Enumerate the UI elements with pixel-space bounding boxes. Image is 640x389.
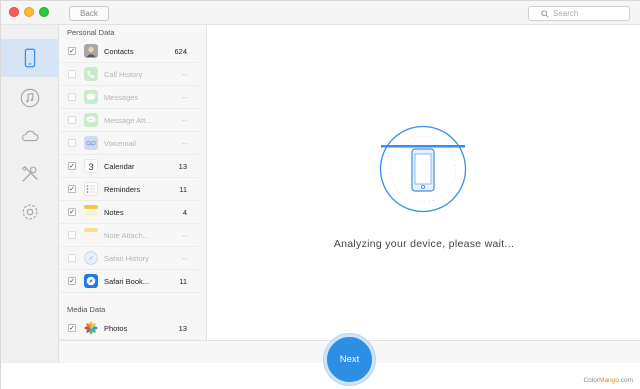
category-count: 624 bbox=[174, 46, 187, 56]
category-label: Reminders bbox=[104, 184, 141, 194]
category-row-calendar[interactable]: ✓ 3 Calendar 13 bbox=[59, 155, 199, 178]
back-button[interactable]: Back bbox=[69, 6, 109, 21]
category-row-photos[interactable]: ✓ Photos 13 bbox=[59, 317, 199, 340]
analyzing-device-icon bbox=[379, 125, 467, 213]
checkbox-safari-history[interactable] bbox=[68, 254, 76, 262]
category-count: -- bbox=[182, 92, 187, 102]
calendar-day: 3 bbox=[88, 162, 94, 172]
checkbox-notes[interactable]: ✓ bbox=[68, 208, 76, 216]
search-placeholder: Search bbox=[553, 9, 579, 18]
photos-icon bbox=[84, 321, 98, 335]
sidebar-item-tools[interactable] bbox=[1, 155, 59, 193]
checkbox-contacts[interactable]: ✓ bbox=[68, 47, 76, 55]
category-label: Photos bbox=[104, 323, 128, 333]
title-bar: Back Search bbox=[1, 1, 640, 25]
category-row-voicemail[interactable]: Voicemail -- bbox=[59, 132, 199, 155]
category-count: 11 bbox=[179, 184, 187, 194]
category-label: Calendar bbox=[104, 161, 135, 171]
status-message: Analyzing your device, please wait... bbox=[333, 238, 515, 250]
footer-area bbox=[1, 363, 640, 389]
voicemail-icon bbox=[84, 136, 98, 150]
category-count: -- bbox=[182, 115, 187, 125]
message-attachment-icon bbox=[84, 113, 98, 127]
category-label: Safari History bbox=[104, 253, 150, 263]
checkbox-calendar[interactable]: ✓ bbox=[68, 162, 76, 170]
checkbox-message-attachments[interactable] bbox=[68, 116, 76, 124]
category-row-message-attachments[interactable]: Message Att... -- bbox=[59, 109, 199, 132]
category-label: Contacts bbox=[104, 46, 134, 56]
gear-icon bbox=[22, 204, 38, 220]
note-attachment-icon bbox=[84, 228, 98, 242]
icon-sidebar bbox=[1, 25, 59, 389]
reminders-icon bbox=[84, 182, 98, 196]
category-count: 11 bbox=[179, 276, 187, 286]
search-icon bbox=[541, 10, 549, 18]
sidebar-item-cloud[interactable] bbox=[1, 117, 59, 155]
category-count: -- bbox=[182, 253, 187, 263]
contacts-icon bbox=[84, 44, 98, 58]
checkbox-reminders[interactable]: ✓ bbox=[68, 185, 76, 193]
close-window-button[interactable] bbox=[9, 7, 19, 17]
category-label: Voicemail bbox=[104, 138, 137, 148]
app-window: Back Search Personal Data ✓ Contacts 624… bbox=[0, 0, 640, 389]
section-personal-data: Personal Data bbox=[67, 28, 115, 37]
safari-icon bbox=[84, 251, 98, 265]
category-count: -- bbox=[182, 69, 187, 79]
tools-icon bbox=[22, 166, 38, 182]
category-list: Personal Data ✓ Contacts 624 Call Histor… bbox=[59, 25, 207, 340]
section-media-data: Media Data bbox=[67, 305, 106, 314]
category-label: Note Attach... bbox=[104, 230, 150, 240]
category-count: 4 bbox=[182, 207, 187, 217]
checkbox-messages[interactable] bbox=[68, 93, 76, 101]
category-row-call-history[interactable]: Call History -- bbox=[59, 63, 199, 86]
music-icon bbox=[20, 88, 40, 108]
checkbox-call-history[interactable] bbox=[68, 70, 76, 78]
category-label: Message Att... bbox=[104, 115, 152, 125]
phone-icon bbox=[24, 48, 36, 68]
checkbox-note-attachments[interactable] bbox=[68, 231, 76, 239]
category-row-messages[interactable]: Messages -- bbox=[59, 86, 199, 109]
category-row-safari-bookmarks[interactable]: ✓ Safari Book... 11 bbox=[59, 270, 199, 293]
minimize-window-button[interactable] bbox=[24, 7, 34, 17]
calendar-icon: 3 bbox=[84, 159, 98, 173]
category-count: 13 bbox=[178, 323, 187, 333]
category-count: -- bbox=[182, 138, 187, 148]
next-button[interactable]: Next bbox=[324, 334, 375, 385]
checkbox-photos[interactable]: ✓ bbox=[68, 324, 76, 332]
main-content: Analyzing your device, please wait... bbox=[207, 25, 640, 340]
sidebar-item-settings[interactable] bbox=[1, 193, 59, 231]
maximize-window-button[interactable] bbox=[39, 7, 49, 17]
category-row-note-attachments[interactable]: Note Attach... -- bbox=[59, 224, 199, 247]
cloud-icon bbox=[22, 130, 39, 142]
notes-icon bbox=[84, 205, 98, 219]
checkbox-safari-bookmarks[interactable]: ✓ bbox=[68, 277, 76, 285]
sidebar-item-device[interactable] bbox=[1, 39, 59, 77]
category-label: Messages bbox=[104, 92, 139, 102]
safari-bookmarks-icon bbox=[84, 274, 98, 288]
category-row-reminders[interactable]: ✓ Reminders 11 bbox=[59, 178, 199, 201]
category-row-safari-history[interactable]: Safari History -- bbox=[59, 247, 199, 270]
sidebar-item-music[interactable] bbox=[1, 79, 59, 117]
category-count: -- bbox=[182, 230, 187, 240]
category-row-notes[interactable]: ✓ Notes 4 bbox=[59, 201, 199, 224]
category-label: Safari Book... bbox=[104, 276, 150, 286]
messages-icon bbox=[84, 90, 98, 104]
watermark: ColorMango.com bbox=[583, 377, 633, 384]
category-count: 13 bbox=[178, 161, 187, 171]
category-row-contacts[interactable]: ✓ Contacts 624 bbox=[59, 40, 199, 63]
phone-call-icon bbox=[84, 67, 98, 81]
search-input[interactable]: Search bbox=[528, 6, 630, 21]
category-label: Call History bbox=[104, 69, 143, 79]
checkbox-voicemail[interactable] bbox=[68, 139, 76, 147]
category-label: Notes bbox=[104, 207, 124, 217]
